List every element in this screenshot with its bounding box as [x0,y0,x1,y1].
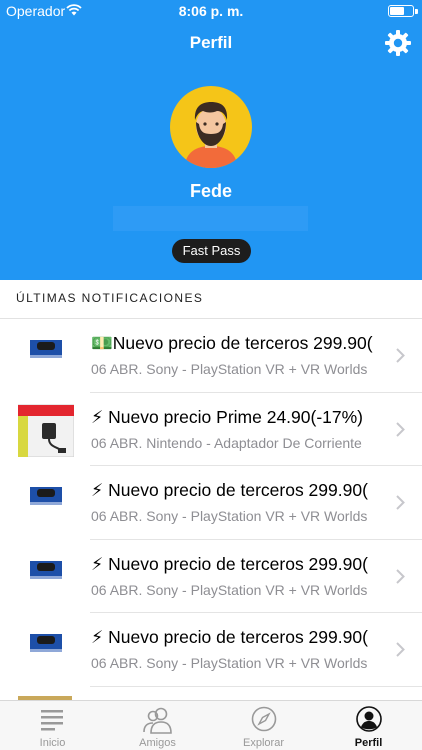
page-title: Perfil [189,33,233,52]
list-icon [41,710,63,731]
notification-subtitle: 06 ABR. Sony - PlayStation VR + VR World… [91,655,368,671]
avatar[interactable] [170,86,252,168]
tab-explorar[interactable]: Explorar [211,701,316,750]
lightning-icon: ⚡ [91,627,104,647]
fast-pass-badge[interactable]: Fast Pass [172,239,251,263]
friends-icon [143,707,172,734]
notification-title: ⚡ Nuevo precio de terceros 299.90( [91,480,368,500]
psvr-box-icon [30,629,62,652]
lightning-icon: ⚡ [91,553,104,574]
notification-subtitle: 06 ABR. Sony - PlayStation VR + VR World… [91,361,368,377]
battery-icon [388,5,418,17]
tab-bar: Inicio Amigos Explorar Perfil [0,700,422,750]
psvr-box-icon [30,335,62,358]
gear-icon[interactable] [384,29,412,57]
tab-perfil[interactable]: Perfil [316,701,421,750]
chevron-right-icon [396,495,405,510]
chevron-right-icon [396,421,405,437]
tab-label: Amigos [139,737,176,749]
tab-inicio[interactable]: Inicio [0,701,105,750]
notification-title: ⚡ Nuevo precio de terceros 299.90( [91,553,368,574]
notification-title: 💵Nuevo precio de terceros 299.90( [91,333,373,353]
notification-title: ⚡ Nuevo precio de terceros 299.90( [91,627,368,647]
section-title: ÚLTIMAS NOTIFICACIONES [16,291,204,305]
notification-subtitle: 06 ABR. Sony - PlayStation VR + VR World… [91,581,368,598]
notification-row[interactable]: 💵Nuevo precio de terceros 299.90( 06 ABR… [0,319,422,393]
chevron-right-icon [396,568,405,584]
notification-title: ⚡ Nuevo precio Prime 24.90(-17%) [91,406,364,427]
profile-icon [356,706,382,732]
status-bar: Operador 8:06 p. m. [0,0,422,22]
psvr-box-icon [30,482,62,505]
notification-row[interactable]: ⚡ Nuevo precio de terceros 299.90( 06 AB… [0,613,422,687]
lightning-icon: ⚡ [91,406,104,427]
notification-list: 💵Nuevo precio de terceros 299.90( 06 ABR… [0,319,422,687]
compass-icon [251,706,277,732]
nintendo-adapter-box-icon [18,404,74,457]
lightning-icon: ⚡ [91,480,104,500]
notification-subtitle: 06 ABR. Nintendo - Adaptador De Corrient… [91,434,362,451]
money-icon: 💵 [91,333,113,353]
tab-amigos[interactable]: Amigos [105,701,210,750]
redacted-info-bar [113,206,308,231]
notification-row[interactable]: ⚡ Nuevo precio de terceros 299.90( 06 AB… [0,540,422,613]
notification-row[interactable]: ⚡ Nuevo precio Prime 24.90(-17%) 06 ABR.… [0,393,422,466]
tab-label: Inicio [39,737,66,749]
profile-header: Operador 8:06 p. m. Perfil Fede Fast Pas… [0,0,422,280]
chevron-right-icon [396,348,405,363]
bearded-man-icon [184,102,238,168]
notification-row[interactable]: ⚡ Nuevo precio de terceros 299.90( 06 AB… [0,466,422,540]
chevron-right-icon [396,642,405,657]
clock: 8:06 p. m. [178,3,244,19]
username: Fede [189,181,232,201]
tab-label: Explorar [243,737,284,749]
tab-label: Perfil [354,737,383,749]
psvr-box-icon [30,555,62,579]
notification-subtitle: 06 ABR. Sony - PlayStation VR + VR World… [91,508,368,524]
